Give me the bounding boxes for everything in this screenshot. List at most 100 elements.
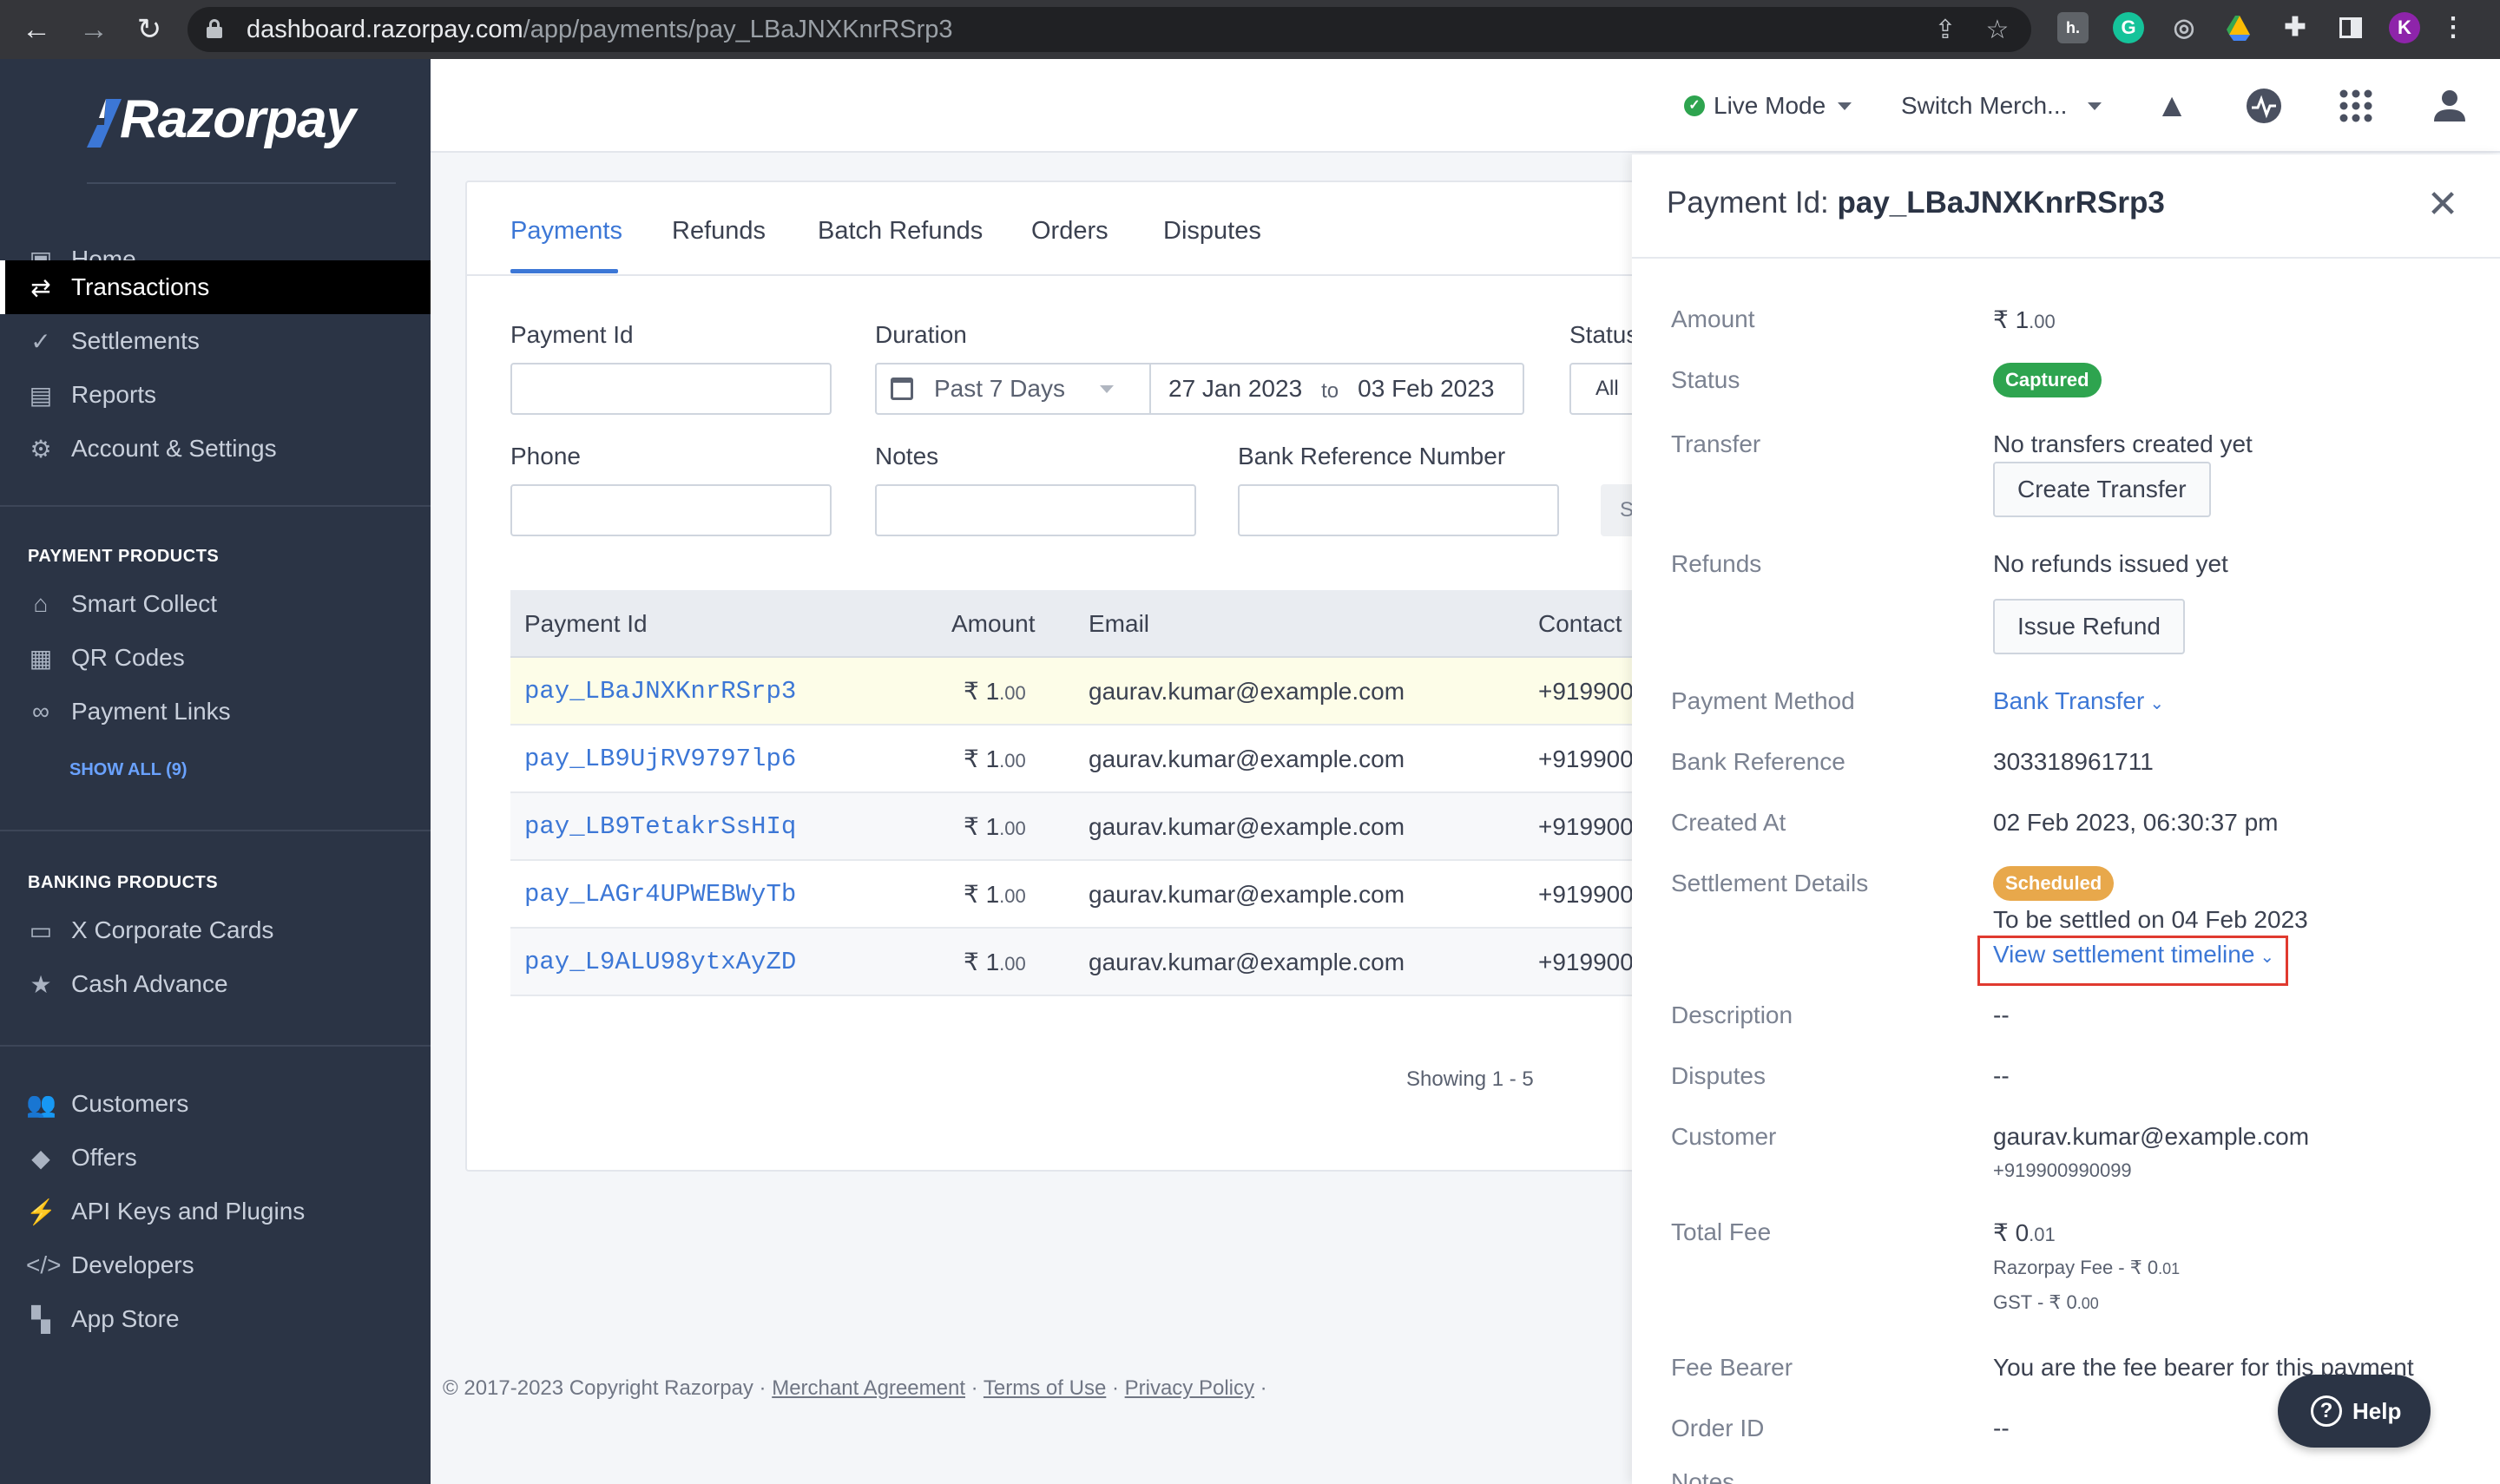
payment-method-dropdown[interactable]: Bank Transfer ⌄ <box>1993 687 2164 715</box>
amount-integer: ₹ 1 <box>964 949 1000 975</box>
drive-extension-icon[interactable] <box>2224 12 2255 43</box>
bank-reference-filter-input[interactable] <box>1238 484 1559 536</box>
disputes-label: Disputes <box>1671 1062 1766 1089</box>
sidebar-item-qr-codes[interactable]: ▦ QR Codes <box>0 631 431 685</box>
created-at-value: 02 Feb 2023, 06:30:37 pm <box>1993 809 2279 836</box>
created-at-label: Created At <box>1671 809 1786 836</box>
close-icon[interactable]: ✕ <box>2424 186 2462 224</box>
chevron-down-icon: ⌄ <box>2149 694 2165 713</box>
pagination-summary: Showing 1 - 5 <box>1406 1067 1534 1091</box>
payment-method-value: Bank Transfer <box>1993 687 2145 714</box>
copyright-text: © 2017-2023 Copyright Razorpay · <box>443 1376 773 1400</box>
settlements-icon: ✓ <box>30 327 51 355</box>
payment-id-cell[interactable]: pay_LB9UjRV9797lp6 <box>524 726 796 793</box>
refunds-label: Refunds <box>1671 550 1762 577</box>
sidebar-item-transactions[interactable]: ⇄ Transactions <box>0 260 431 314</box>
user-profile-icon[interactable] <box>2431 87 2469 125</box>
sidebar-item-app-store[interactable]: ▚ App Store <box>0 1292 431 1346</box>
search-extension-icon[interactable]: ◎ <box>2168 12 2200 43</box>
sidebar-item-reports[interactable]: ▤ Reports <box>0 368 431 422</box>
bank-reference-label: Bank Reference <box>1671 748 1845 775</box>
payment-id-cell[interactable]: pay_LB9TetakrSsHIq <box>524 793 796 861</box>
terms-of-use-link[interactable]: Terms of Use <box>984 1376 1106 1400</box>
sidebar-item-corporate-cards[interactable]: ▭ X Corporate Cards <box>0 903 431 957</box>
fee-decimal: .01 <box>2029 1224 2056 1245</box>
tab-orders[interactable]: Orders <box>1031 217 1109 246</box>
activity-pulse-icon[interactable] <box>2245 87 2283 125</box>
grammarly-extension-icon[interactable]: G <box>2113 12 2144 43</box>
honey-extension-icon[interactable]: h. <box>2057 12 2089 43</box>
tab-payments[interactable]: Payments <box>510 217 622 246</box>
switch-merchant-dropdown[interactable]: Switch Merch... <box>1901 59 2102 153</box>
amount-cell: ₹ 1.00 <box>964 861 1026 930</box>
payment-id-cell[interactable]: pay_L9ALU98ytxAyZD <box>524 929 796 996</box>
sidebar-item-cash-advance[interactable]: ★ Cash Advance <box>0 957 431 1011</box>
bookmark-star-icon[interactable]: ☆ <box>1984 17 2010 43</box>
live-mode-dropdown[interactable]: ✓ Live Mode <box>1684 59 1852 153</box>
sidebar-divider <box>0 830 431 831</box>
puzzle-extensions-icon[interactable]: ✚ <box>2280 12 2311 43</box>
sidebar-item-settlements[interactable]: ✓ Settlements <box>0 314 431 368</box>
sidebar-item-smart-collect[interactable]: ⌂ Smart Collect <box>0 577 431 631</box>
razorpay-fee-integer: ₹ 0 <box>2129 1257 2159 1278</box>
amount-decimal: .00 <box>999 818 1026 839</box>
bank-icon: ⌂ <box>33 590 49 617</box>
forward-arrow-icon[interactable]: → <box>76 12 111 47</box>
privacy-policy-link[interactable]: Privacy Policy <box>1125 1376 1254 1400</box>
payment-id-cell[interactable]: pay_LAGr4UPWEBWyTb <box>524 861 796 929</box>
column-header-payment-id[interactable]: Payment Id <box>524 590 648 658</box>
merchant-agreement-link[interactable]: Merchant Agreement <box>772 1376 965 1400</box>
url-text[interactable]: dashboard.razorpay.com/app/payments/pay_… <box>247 7 953 52</box>
lock-icon[interactable] <box>207 19 222 38</box>
payment-id-cell[interactable]: pay_LBaJNXKnrRSrp3 <box>524 658 796 726</box>
profile-avatar[interactable]: K <box>2389 12 2420 43</box>
duration-select-value: Past 7 Days <box>934 375 1065 402</box>
sidebar-item-api-keys[interactable]: ⚡ API Keys and Plugins <box>0 1185 431 1238</box>
create-transfer-button[interactable]: Create Transfer <box>1993 462 2211 517</box>
sidebar-item-developers[interactable]: </> Developers <box>0 1238 431 1292</box>
settlement-status-badge: Scheduled <box>1993 866 2115 901</box>
customers-icon: 👥 <box>26 1090 56 1118</box>
sidebar-divider <box>0 505 431 507</box>
caret-down-icon <box>2088 102 2102 110</box>
email-cell: gaurav.kumar@example.com <box>1089 881 1405 908</box>
gear-icon: ⚙ <box>30 435 52 463</box>
sidebar-item-offers[interactable]: ◆ Offers <box>0 1131 431 1185</box>
column-header-contact[interactable]: Contact <box>1538 590 1622 658</box>
amount-label: Amount <box>1671 305 1755 332</box>
show-all-link[interactable]: SHOW ALL (9) <box>69 760 188 780</box>
tab-batch-refunds[interactable]: Batch Refunds <box>818 217 983 246</box>
issue-refund-button[interactable]: Issue Refund <box>1993 599 2185 654</box>
sidebar-item-customers[interactable]: 👥 Customers <box>0 1077 431 1131</box>
gst-breakdown: GST - ₹ 0.00 <box>1993 1291 2099 1314</box>
email-cell: gaurav.kumar@example.com <box>1089 745 1405 772</box>
column-header-amount[interactable]: Amount <box>951 590 1036 658</box>
duration-select[interactable]: Past 7 Days <box>875 363 1151 415</box>
help-button[interactable]: ? Help <box>2278 1375 2431 1448</box>
gst-integer: ₹ 0 <box>2049 1291 2077 1313</box>
caret-down-icon <box>1838 102 1852 110</box>
date-range-input[interactable]: 27 Jan 2023 to 03 Feb 2023 <box>1149 363 1524 415</box>
amount-cell: ₹ 1.00 <box>964 793 1026 863</box>
customer-label: Customer <box>1671 1123 1777 1150</box>
notes-filter-input[interactable] <box>875 484 1196 536</box>
date-to: 03 Feb 2023 <box>1358 375 1495 402</box>
announcements-icon[interactable]: ▲ <box>2153 87 2191 125</box>
sidebar-item-payment-links[interactable]: ∞ Payment Links <box>0 685 431 739</box>
highlight-box <box>1977 936 2288 986</box>
side-panel-icon[interactable] <box>2335 12 2366 43</box>
sidebar-item-account-settings[interactable]: ⚙ Account & Settings <box>0 422 431 476</box>
reload-icon[interactable]: ↻ <box>132 12 167 47</box>
apps-grid-icon[interactable] <box>2337 87 2375 125</box>
payment-id-filter-input[interactable] <box>510 363 832 415</box>
address-bar[interactable]: dashboard.razorpay.com/app/payments/pay_… <box>188 7 2031 52</box>
amount-decimal: .00 <box>999 750 1026 772</box>
share-icon[interactable]: ⇪ <box>1932 17 1958 43</box>
phone-filter-input[interactable] <box>510 484 832 536</box>
browser-menu-icon[interactable]: ⋮ <box>2438 12 2469 43</box>
bank-reference-filter-label: Bank Reference Number <box>1238 443 1506 469</box>
back-arrow-icon[interactable]: ← <box>19 12 54 47</box>
tab-disputes[interactable]: Disputes <box>1163 217 1261 246</box>
tab-refunds[interactable]: Refunds <box>672 217 766 246</box>
column-header-email[interactable]: Email <box>1089 590 1149 658</box>
